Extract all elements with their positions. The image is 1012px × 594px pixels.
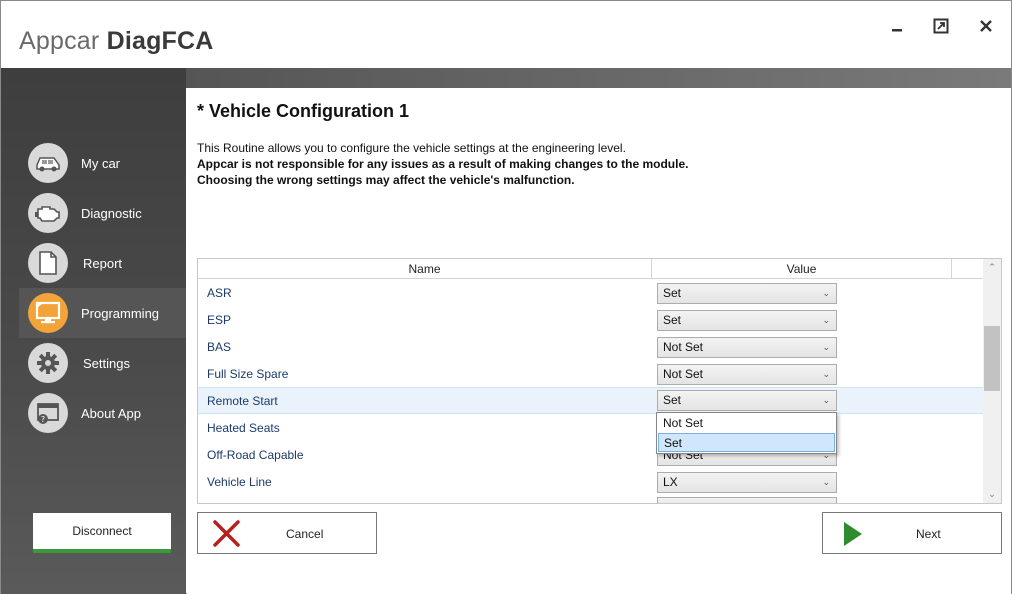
cancel-x-icon bbox=[213, 520, 240, 547]
table-row-selected[interactable]: Remote Start Set ⌄ bbox=[198, 387, 983, 414]
car-icon bbox=[28, 143, 68, 183]
table-row[interactable]: Vehicle Line LX ⌄ bbox=[198, 469, 983, 496]
row-name: BAS bbox=[207, 340, 232, 354]
sidebar-item-programming[interactable]: Programming bbox=[19, 288, 186, 338]
table-scrollbar[interactable]: ⌃ ⌄ bbox=[983, 259, 1001, 503]
minimize-icon bbox=[892, 29, 902, 32]
close-icon bbox=[980, 20, 992, 32]
info-icon: ? bbox=[28, 393, 68, 433]
row-name: ESP bbox=[207, 313, 232, 327]
value-select-partial[interactable] bbox=[657, 497, 837, 503]
description-line: This Routine allows you to configure the… bbox=[197, 141, 626, 155]
next-button[interactable]: Next bbox=[822, 512, 1002, 554]
sidebar-item-about-app[interactable]: ? About App bbox=[19, 388, 186, 438]
page-description: This Routine allows you to configure the… bbox=[197, 140, 688, 188]
chevron-down-icon: ⌄ bbox=[822, 369, 830, 379]
minimize-button[interactable] bbox=[885, 15, 909, 37]
disclaimer-line: Appcar is not responsible for any issues… bbox=[197, 157, 689, 171]
document-icon bbox=[28, 243, 68, 283]
row-name: Full Size Spare bbox=[207, 367, 289, 381]
sidebar-item-label: Report bbox=[83, 255, 123, 271]
scroll-up-icon[interactable]: ⌃ bbox=[983, 259, 1001, 276]
table-row[interactable]: Heated Seats bbox=[198, 415, 983, 442]
header-band bbox=[186, 68, 1011, 88]
sidebar-item-report[interactable]: Report bbox=[19, 238, 186, 288]
sidebar-item-label: Programming bbox=[81, 305, 160, 321]
select-value: Not Set bbox=[663, 340, 704, 354]
column-header-value[interactable]: Value bbox=[652, 259, 952, 279]
table-row[interactable]: BAS Not Set ⌄ bbox=[198, 334, 983, 361]
table-row[interactable]: ESP Set ⌄ bbox=[198, 307, 983, 334]
sidebar-item-diagnostic[interactable]: Diagnostic bbox=[19, 188, 186, 238]
disconnect-button[interactable]: Disconnect bbox=[33, 513, 171, 553]
chevron-down-icon: ⌄ bbox=[822, 315, 830, 325]
chevron-down-icon: ⌄ bbox=[822, 477, 830, 487]
table-row[interactable]: Off-Road Capable Not Set ⌄ bbox=[198, 442, 983, 469]
select-value: LX bbox=[663, 475, 678, 489]
select-value: Set bbox=[663, 393, 682, 407]
select-value: Set bbox=[663, 286, 682, 300]
dropdown-option-set[interactable]: Set bbox=[658, 433, 835, 452]
row-name: Off-Road Capable bbox=[207, 448, 304, 462]
value-select[interactable]: LX ⌄ bbox=[657, 472, 837, 493]
title-bar: Appcar DiagFCA bbox=[1, 1, 1011, 68]
value-select[interactable]: Set ⌄ bbox=[657, 283, 837, 304]
sidebar-item-settings[interactable]: Settings bbox=[19, 338, 186, 388]
row-name: ASR bbox=[207, 286, 232, 300]
config-table: Name Value ASR Set ⌄ ESP Set ⌄ BAS Not Set… bbox=[197, 258, 1002, 504]
row-name: Vehicle Line bbox=[207, 475, 272, 489]
play-arrow-icon bbox=[844, 522, 862, 546]
page-title: * Vehicle Configuration 1 bbox=[197, 101, 410, 121]
select-value: Not Set bbox=[663, 367, 704, 381]
value-select[interactable]: Set ⌄ bbox=[657, 390, 837, 411]
engine-icon bbox=[28, 193, 68, 233]
value-select[interactable]: Not Set ⌄ bbox=[657, 364, 837, 385]
sidebar-item-label: My car bbox=[81, 155, 120, 171]
dropdown-option-not-set[interactable]: Not Set bbox=[658, 414, 835, 433]
app-title-light: Appcar bbox=[19, 27, 100, 55]
row-name: Remote Start bbox=[207, 394, 278, 408]
sidebar-item-label: Settings bbox=[83, 355, 130, 371]
cancel-button[interactable]: Cancel bbox=[197, 512, 377, 554]
next-label: Next bbox=[916, 527, 941, 541]
scroll-down-icon[interactable]: ⌄ bbox=[983, 486, 1001, 503]
chevron-down-icon: ⌄ bbox=[822, 342, 830, 352]
sidebar-item-my-car[interactable]: My car bbox=[19, 138, 186, 188]
cancel-label: Cancel bbox=[286, 527, 324, 541]
app-title: Appcar DiagFCA bbox=[19, 27, 214, 56]
chevron-down-icon: ⌄ bbox=[822, 288, 830, 298]
restore-button[interactable] bbox=[929, 15, 953, 37]
monitor-icon bbox=[28, 293, 68, 333]
column-header-name[interactable]: Name bbox=[198, 259, 652, 279]
table-header: Name Value bbox=[198, 259, 983, 279]
sidebar-item-label: About App bbox=[81, 405, 141, 421]
svg-text:?: ? bbox=[41, 415, 45, 424]
row-name: Heated Seats bbox=[207, 421, 280, 435]
close-button[interactable] bbox=[974, 15, 998, 37]
gear-icon bbox=[28, 343, 68, 383]
value-dropdown-list: Not Set Set bbox=[656, 412, 837, 454]
restore-icon bbox=[933, 18, 949, 34]
chevron-down-icon: ⌄ bbox=[822, 395, 830, 405]
warning-line: Choosing the wrong settings may affect t… bbox=[197, 173, 575, 187]
table-row[interactable]: ASR Set ⌄ bbox=[198, 280, 983, 307]
table-row[interactable]: Full Size Spare Not Set ⌄ bbox=[198, 361, 983, 388]
scrollbar-thumb[interactable] bbox=[984, 326, 1000, 391]
app-window: Appcar DiagFCA My car Diagnostic Report bbox=[0, 0, 1012, 594]
value-select[interactable]: Not Set ⌄ bbox=[657, 337, 837, 358]
sidebar-item-label: Diagnostic bbox=[81, 205, 142, 221]
app-title-bold: DiagFCA bbox=[106, 27, 214, 55]
select-value: Set bbox=[663, 313, 682, 327]
value-select[interactable]: Set ⌄ bbox=[657, 310, 837, 331]
